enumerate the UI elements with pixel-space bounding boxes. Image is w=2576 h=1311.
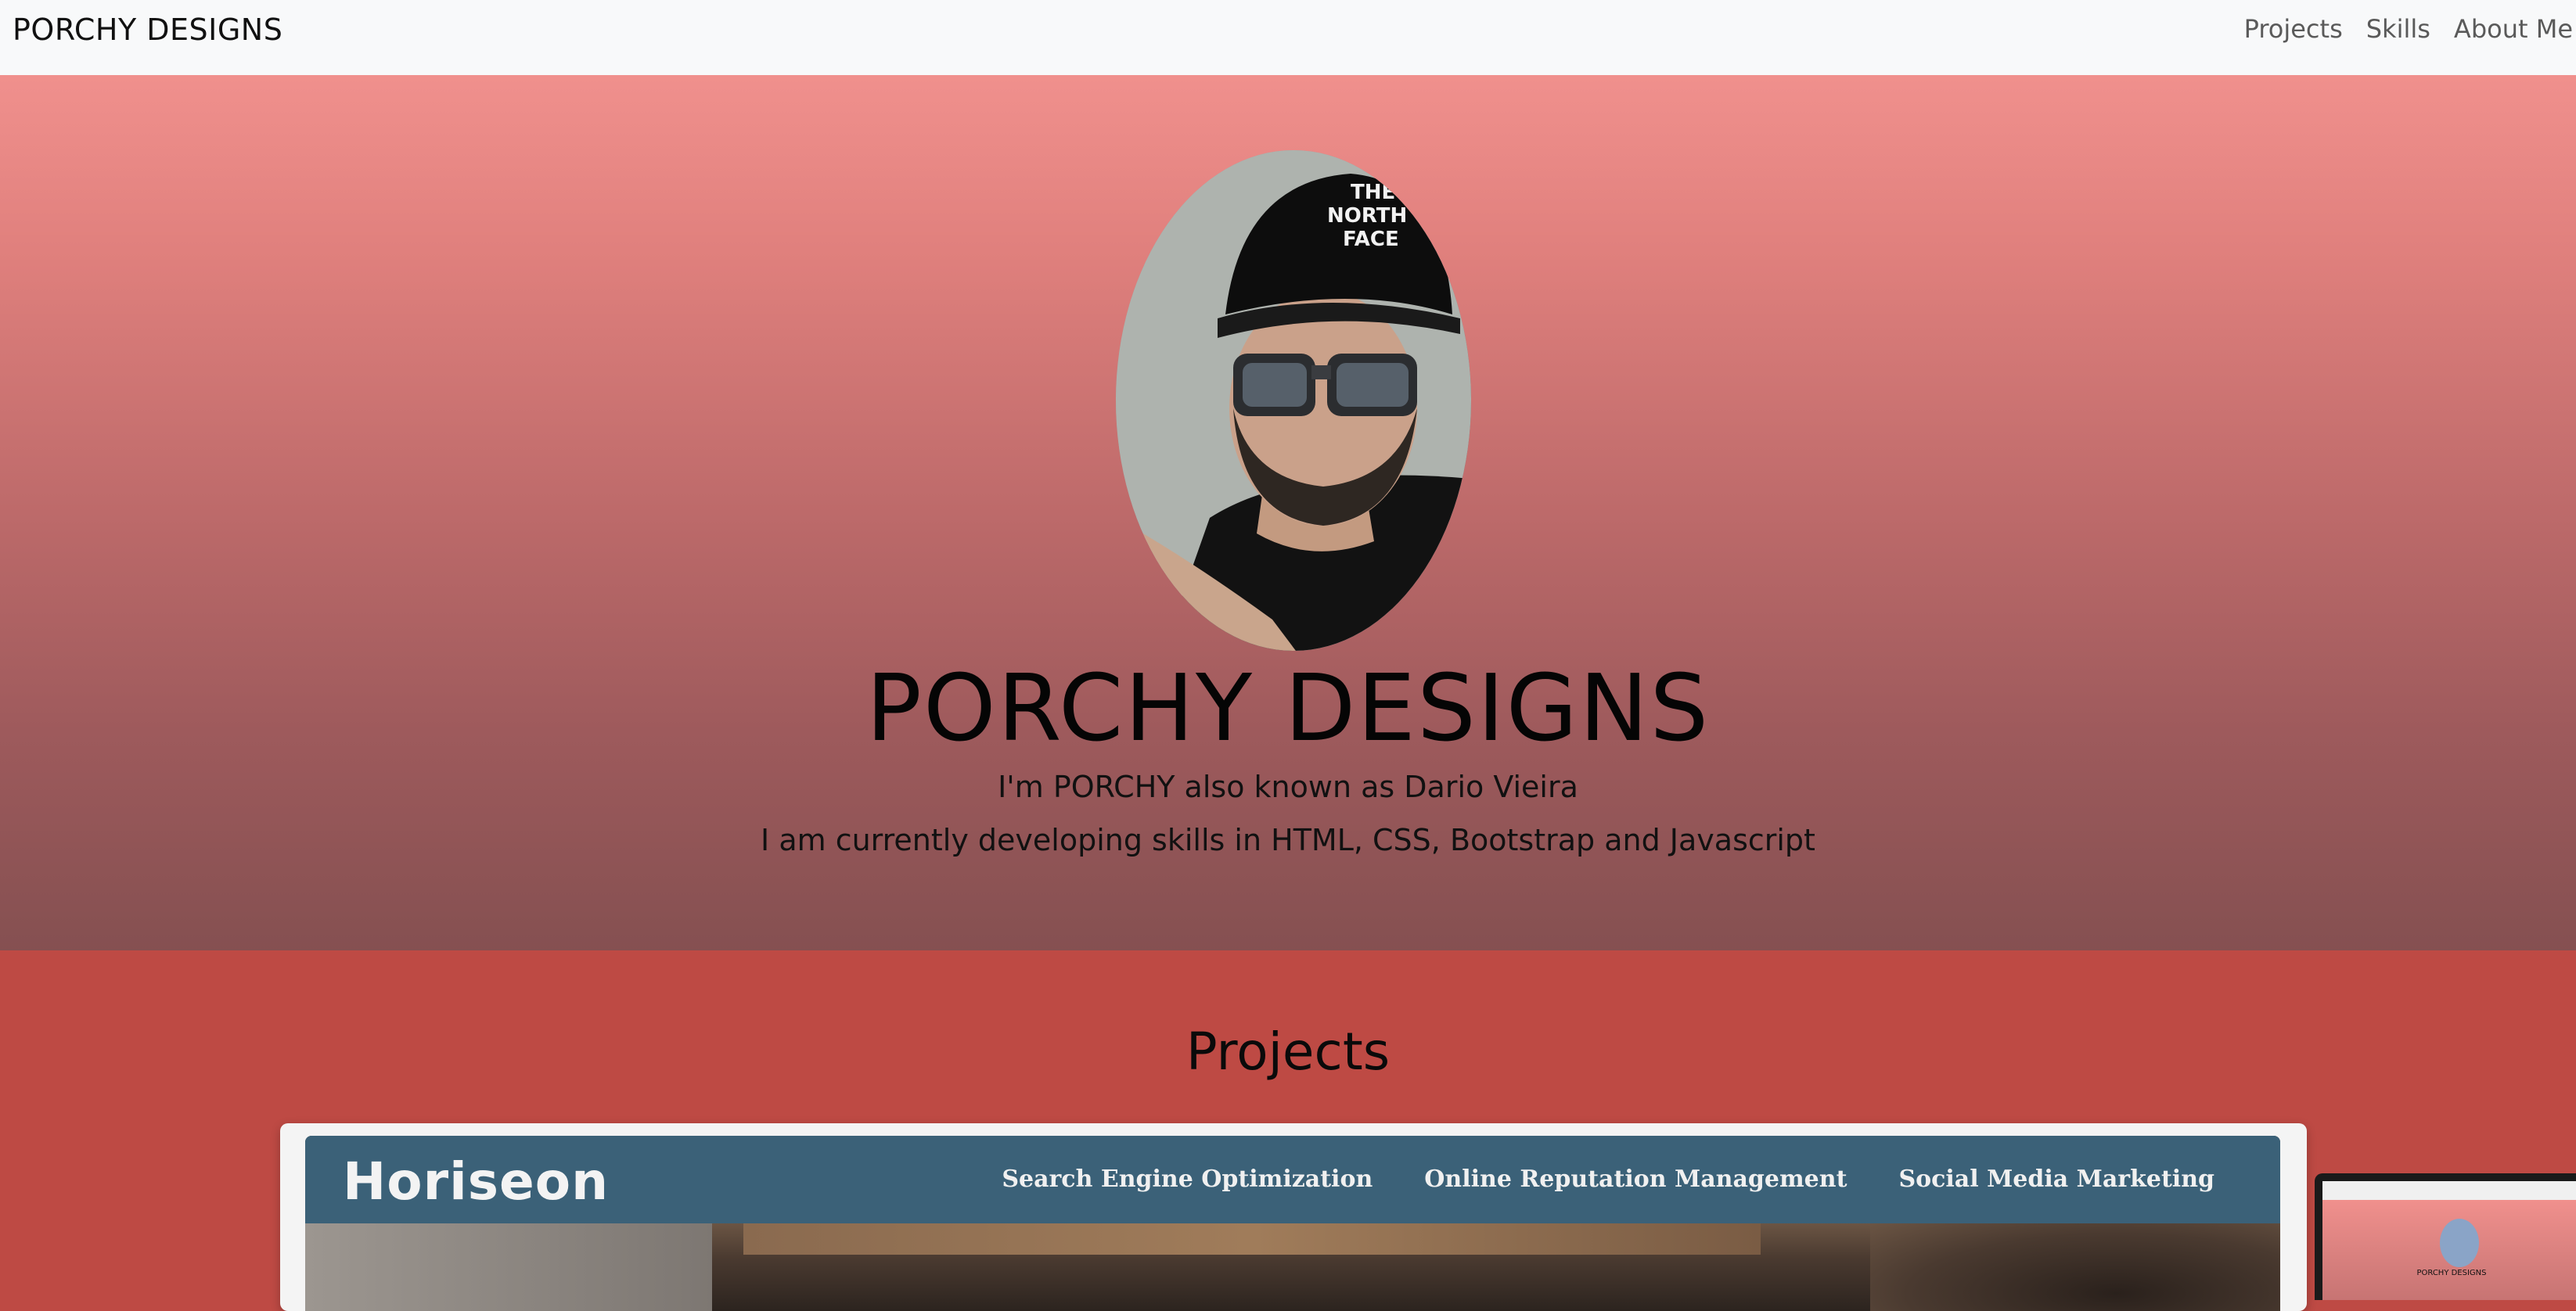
cap-logo-line2: NORTH <box>1327 204 1407 228</box>
nav-link-projects[interactable]: Projects <box>2244 14 2343 44</box>
horiseon-header: Horiseon Search Engine Optimization Onli… <box>305 1136 2280 1223</box>
nav-link-about-me[interactable]: About Me <box>2454 14 2573 44</box>
profile-photo: THE NORTH FACE <box>1116 150 1471 651</box>
cap-logo-line3: FACE <box>1343 228 1399 251</box>
horiseon-nav-item: Online Reputation Management <box>1424 1166 1847 1193</box>
hero-skills-line: I am currently developing skills in HTML… <box>761 823 1815 857</box>
horiseon-nav-item: Search Engine Optimization <box>1002 1166 1373 1193</box>
projects-heading: Projects <box>1185 1022 1391 1082</box>
horiseon-nav: Search Engine Optimization Online Reputa… <box>950 1166 2214 1193</box>
horiseon-logo: Horiseon <box>343 1151 610 1212</box>
horiseon-hero-photo <box>305 1223 2280 1311</box>
navbar: PORCHY DESIGNS Projects Skills About Me <box>0 0 2576 76</box>
hero-title: PORCHY DESIGNS <box>865 654 1711 762</box>
nav-links: Projects Skills About Me <box>2244 14 2576 44</box>
mini-avatar <box>2440 1219 2479 1267</box>
photo-figure <box>1870 1223 2280 1311</box>
next-project-preview[interactable]: PORCHY DESIGNS <box>2315 1173 2576 1300</box>
cap-logo-line1: THE <box>1351 181 1395 204</box>
photo-window <box>305 1223 712 1311</box>
hero-intro-line: I'm PORCHY also known as Dario Vieira <box>998 770 1578 804</box>
profile-photo-illustration: THE NORTH FACE <box>1116 150 1471 651</box>
horiseon-nav-item: Social Media Marketing <box>1898 1166 2214 1193</box>
photo-beam <box>743 1223 1761 1255</box>
nav-link-skills[interactable]: Skills <box>2366 14 2430 44</box>
brand-link[interactable]: PORCHY DESIGNS <box>13 13 282 47</box>
mini-title: PORCHY DESIGNS <box>2416 1269 2487 1277</box>
next-project-screen: PORCHY DESIGNS <box>2322 1181 2576 1300</box>
project-card[interactable]: Horiseon Search Engine Optimization Onli… <box>280 1123 2307 1311</box>
project-screenshot[interactable]: Horiseon Search Engine Optimization Onli… <box>305 1136 2280 1311</box>
hero-section: THE NORTH FACE PORCHY DESIGNS I'm PORCHY… <box>0 75 2576 950</box>
